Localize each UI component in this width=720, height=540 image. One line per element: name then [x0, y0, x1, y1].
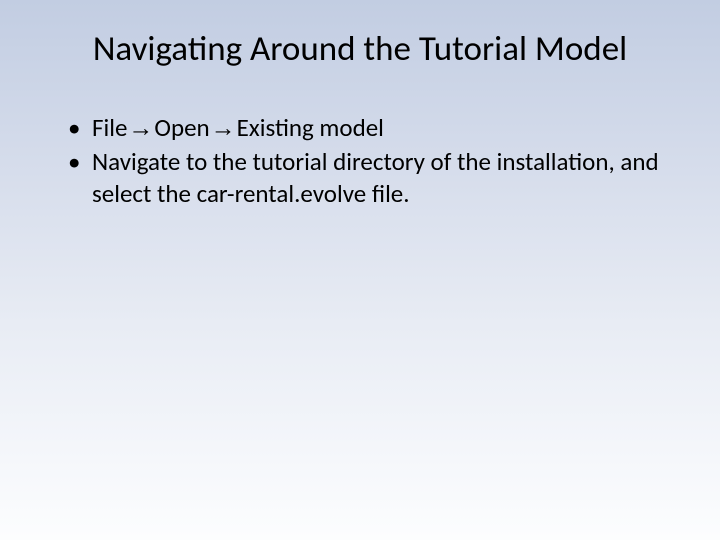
arrow-right-icon: → — [210, 113, 237, 144]
menu-path-segment: File — [92, 112, 127, 143]
arrow-right-icon: → — [127, 113, 154, 144]
bullet-list: File→Open→Existing model Navigate to the… — [68, 112, 680, 209]
bullet-item: File→Open→Existing model — [68, 112, 680, 144]
bullet-item: Navigate to the tutorial directory of th… — [68, 146, 680, 209]
slide-title: Navigating Around the Tutorial Model — [40, 28, 680, 70]
slide-content: File→Open→Existing model Navigate to the… — [40, 112, 680, 209]
menu-path-segment: Existing model — [237, 112, 384, 143]
slide: Navigating Around the Tutorial Model Fil… — [0, 0, 720, 540]
menu-path-segment: Open — [154, 112, 209, 143]
bullet-text: file. — [366, 178, 409, 209]
filename-text: car-rental.evolve — [197, 178, 367, 209]
